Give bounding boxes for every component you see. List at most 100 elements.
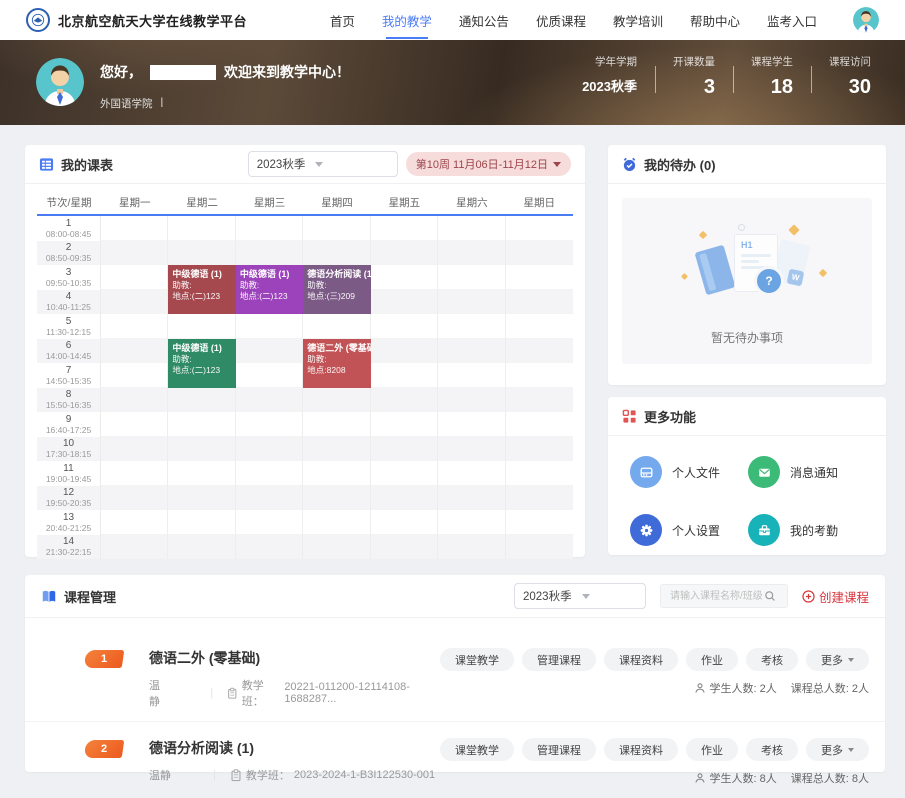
timetable-cell: [303, 314, 370, 339]
week-selector[interactable]: 第10周 11月06日-11月12日: [406, 152, 571, 176]
action-button[interactable]: 课程资料: [604, 738, 678, 761]
action-button[interactable]: 课堂教学: [440, 648, 514, 671]
more-item-drive[interactable]: 个人文件: [630, 456, 748, 488]
course-meta: 温静|教学班：2023-2024-1-B3I122530-001: [149, 767, 435, 783]
nav-item-2[interactable]: 我的教学: [382, 7, 432, 34]
action-button[interactable]: 作业: [686, 738, 738, 761]
more-actions-button[interactable]: 更多: [806, 648, 869, 671]
period-cell: 1219:50-20:35: [37, 486, 101, 511]
nav-item-3[interactable]: 通知公告: [459, 7, 509, 34]
term-select[interactable]: 2023秋季: [248, 151, 398, 177]
course-actions-area: 课堂教学管理课程课程资料作业考核更多学生人数: 8人课程总人数: 8人: [440, 738, 869, 786]
nav-item-6[interactable]: 帮助中心: [690, 7, 740, 34]
course-term-select[interactable]: 2023秋季: [514, 583, 646, 609]
banner-stat: 开课数量3: [655, 54, 733, 99]
timetable-grid: 节次/星期星期一星期二星期三星期四星期五星期六星期日 108:00-08:452…: [25, 184, 585, 559]
period-number: 12: [63, 487, 74, 498]
nav-item-1[interactable]: 首页: [330, 7, 355, 34]
more-functions-header: 更多功能: [608, 397, 886, 436]
course-search-input[interactable]: [668, 590, 764, 603]
event-title: 中级德语 (1): [240, 268, 299, 280]
nav-item-7[interactable]: 监考入口: [767, 7, 817, 34]
student-count-text: 学生人数: 2人: [710, 680, 777, 696]
more-actions-button[interactable]: 更多: [806, 738, 869, 761]
timetable-cell: [168, 314, 235, 339]
timetable-header: 我的课表 2023秋季 第10周 11月06日-11月12日: [25, 145, 585, 184]
timetable-cell: [236, 486, 303, 511]
course-event[interactable]: 中级德语 (1)助教:地点:(二)123: [168, 265, 235, 314]
action-button[interactable]: 考核: [746, 738, 798, 761]
action-button[interactable]: 管理课程: [522, 738, 596, 761]
more-item-label: 个人设置: [672, 522, 720, 539]
event-title: 中级德语 (1): [172, 268, 231, 280]
create-course-button[interactable]: 创建课程: [802, 587, 869, 606]
event-title: 德语二外 (零基础): [307, 342, 366, 354]
course-event[interactable]: 中级德语 (1)助教:地点:(二)123: [168, 339, 235, 388]
todo-count: (0): [700, 158, 716, 173]
event-title: 德语分析阅读 (1): [307, 268, 366, 280]
stat-label: 课程访问: [829, 54, 871, 69]
action-button[interactable]: 考核: [746, 648, 798, 671]
week-label: 第10周 11月06日-11月12日: [416, 156, 548, 172]
timetable-cell: [236, 363, 303, 388]
timetable-cell: [506, 216, 573, 241]
more-item-gear[interactable]: 个人设置: [630, 514, 748, 546]
course-event[interactable]: 德语二外 (零基础)助教:地点:8208: [303, 339, 370, 388]
more-item-mail[interactable]: 消息通知: [748, 456, 866, 488]
student-count: 学生人数: 8人: [694, 770, 777, 786]
day-column-header: 星期五: [371, 195, 438, 210]
period-number: 7: [66, 365, 72, 376]
stat-value: 30: [829, 76, 871, 99]
timetable-cell: [168, 510, 235, 535]
timetable-cell: [168, 216, 235, 241]
nav-item-5[interactable]: 教学培训: [613, 7, 663, 34]
timetable-cell: [371, 412, 438, 437]
period-time: 10:40-11:25: [46, 302, 91, 312]
course-event[interactable]: 中级德语 (1)助教:地点:(二)123: [236, 265, 303, 314]
timetable-cell: [506, 241, 573, 266]
timetable-cell: [371, 388, 438, 413]
course-title[interactable]: 德语二外 (零基础): [149, 648, 440, 668]
timetable-cell: [506, 437, 573, 462]
action-button[interactable]: 课堂教学: [440, 738, 514, 761]
period-time: 16:40-17:25: [46, 425, 91, 435]
department-name: 外国语学院: [100, 96, 153, 111]
banner-stat: 课程访问 30: [811, 54, 889, 99]
timetable-cell: [168, 461, 235, 486]
timetable-row: 108:00-08:45: [37, 216, 573, 241]
day-column-header: 星期一: [101, 195, 168, 210]
greeting-prefix: 您好，: [100, 62, 142, 82]
course-management-title: 课程管理: [64, 587, 116, 606]
timetable-cell: [168, 535, 235, 560]
todo-card: 我的待办 (0) H1 W ? 暂无待办事项: [608, 145, 886, 385]
more-functions-grid: 个人文件 消息通知个人设置 我的考勤: [608, 436, 886, 546]
course-teacher: 温静: [149, 677, 168, 709]
course-info: 德语二外 (零基础)温静|教学班：20221-011200-12114108-1…: [149, 648, 440, 709]
search-icon[interactable]: [764, 590, 776, 602]
user-avatar[interactable]: [853, 7, 879, 33]
timetable-cell: [236, 412, 303, 437]
timetable-row: 1320:40-21:25: [37, 510, 573, 535]
course-title[interactable]: 德语分析阅读 (1): [149, 738, 435, 758]
timetable-cell: [101, 510, 168, 535]
timetable-cell: [438, 339, 505, 364]
action-button[interactable]: 课程资料: [604, 648, 678, 671]
action-button[interactable]: 管理课程: [522, 648, 596, 671]
timetable-cell: [506, 388, 573, 413]
timetable-cell: [303, 388, 370, 413]
more-item-bag[interactable]: 我的考勤: [748, 514, 866, 546]
term-select-value: 2023秋季: [257, 156, 306, 172]
course-event[interactable]: 德语分析阅读 (1)助教:地点:(三)209: [303, 265, 370, 314]
total-count-text: 课程总人数: 2人: [791, 680, 869, 696]
event-assistant: 助教:: [240, 280, 299, 291]
period-cell: 208:50-09:35: [37, 241, 101, 266]
meta-divider: |: [210, 687, 213, 699]
action-button[interactable]: 作业: [686, 648, 738, 671]
period-time: 09:50-10:35: [46, 278, 91, 288]
nav-item-4[interactable]: 优质课程: [536, 7, 586, 34]
course-term-value: 2023秋季: [523, 588, 572, 604]
more-item-label: 消息通知: [790, 464, 838, 481]
day-column-header: 星期六: [438, 195, 505, 210]
timetable-cell: [371, 461, 438, 486]
event-location: 地点:8208: [307, 365, 366, 376]
